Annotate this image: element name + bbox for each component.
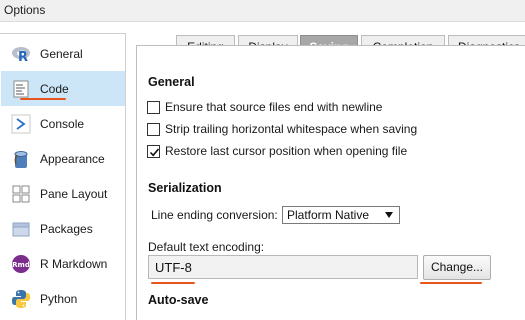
- change-encoding-button[interactable]: Change...: [423, 255, 491, 280]
- sidebar-item-r-markdown[interactable]: Rmd R Markdown: [1, 246, 125, 281]
- dropdown-caret-icon: [385, 212, 393, 218]
- option-label: Restore last cursor position when openin…: [165, 144, 408, 158]
- change-button-highlight: [420, 282, 482, 284]
- encoding-highlight: [151, 282, 195, 284]
- window-title: Options: [4, 3, 46, 17]
- console-prompt-icon: [11, 114, 31, 134]
- encoding-label: Default text encoding:: [148, 240, 265, 254]
- sidebar-item-python[interactable]: Python: [1, 281, 125, 316]
- line-ending-label: Line ending conversion:: [151, 208, 278, 222]
- sidebar-item-label: Appearance: [40, 152, 105, 166]
- sidebar-item-label: Pane Layout: [40, 187, 108, 201]
- code-document-icon: [11, 79, 31, 99]
- sidebar: R General Code Console Appearance Pane L…: [0, 33, 126, 320]
- autosave-section-title: Auto-save: [148, 293, 209, 307]
- sidebar-item-label: General: [40, 47, 83, 61]
- sidebar-item-label: R Markdown: [40, 257, 108, 271]
- svg-text:Rmd: Rmd: [12, 261, 30, 269]
- python-logo-icon: [11, 289, 31, 309]
- sidebar-item-appearance[interactable]: Appearance: [1, 141, 125, 176]
- sidebar-item-label: Console: [40, 117, 85, 131]
- encoding-input[interactable]: [149, 256, 417, 278]
- sidebar-item-console[interactable]: Console: [1, 106, 125, 141]
- sidebar-item-code[interactable]: Code: [1, 71, 125, 106]
- option-label: Ensure that source files end with newlin…: [165, 100, 383, 114]
- general-section-title: General: [148, 75, 195, 89]
- strip-whitespace-checkbox[interactable]: [147, 123, 160, 136]
- paint-bucket-icon: [11, 149, 31, 169]
- code-highlight: [20, 98, 66, 100]
- sidebar-item-pane-layout[interactable]: Pane Layout: [1, 176, 125, 211]
- serialization-section-title: Serialization: [148, 181, 222, 195]
- sidebar-item-packages[interactable]: Packages: [1, 211, 125, 246]
- r-logo-icon: R: [11, 44, 31, 65]
- window-titlebar: Options: [0, 0, 525, 22]
- sidebar-item-label: Python: [40, 292, 78, 306]
- sidebar-item-general[interactable]: R General: [1, 36, 125, 71]
- line-ending-select[interactable]: Platform Native: [282, 206, 400, 224]
- option-label: Strip trailing horizontal whitespace whe…: [165, 122, 418, 136]
- sidebar-item-label: Packages: [40, 222, 93, 236]
- pane-layout-icon: [11, 184, 31, 204]
- checkmark-icon: [149, 148, 160, 157]
- restore-cursor-checkbox[interactable]: [147, 145, 160, 158]
- packages-icon: [11, 219, 31, 239]
- line-ending-value: Platform Native: [287, 208, 370, 222]
- sidebar-item-label: Code: [40, 82, 69, 96]
- encoding-field[interactable]: [148, 255, 418, 279]
- ensure-newline-checkbox[interactable]: [147, 101, 160, 114]
- rmarkdown-icon: Rmd: [11, 254, 31, 274]
- svg-text:R: R: [18, 50, 28, 64]
